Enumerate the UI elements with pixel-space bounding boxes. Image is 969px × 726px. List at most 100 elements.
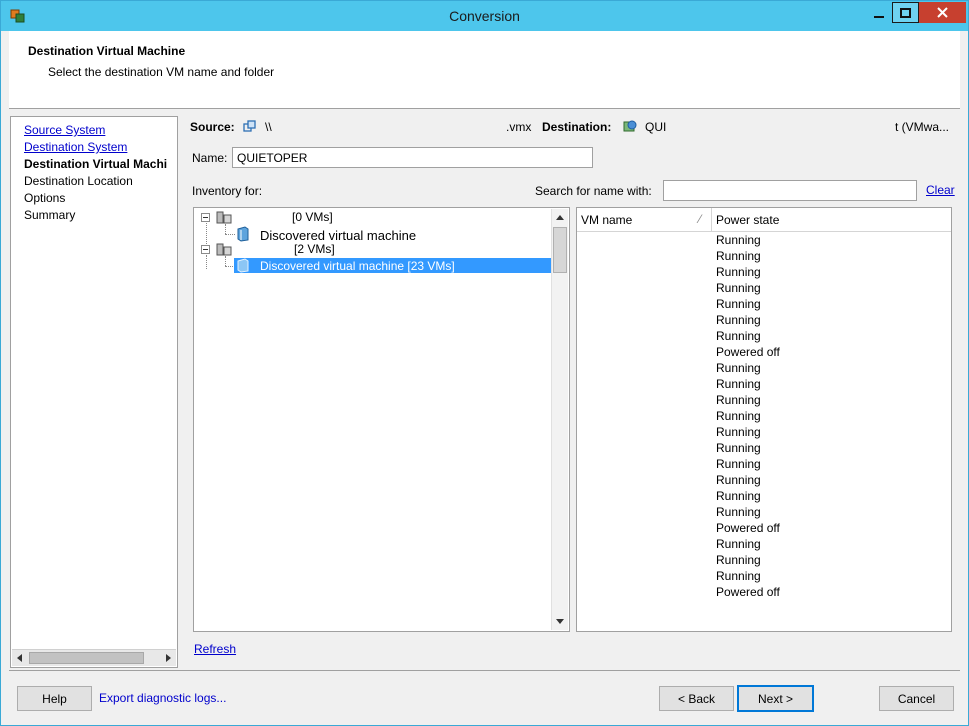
vm-list-table[interactable]: VM name ⁄ Power state Running Running Runn… <box>576 207 952 632</box>
next-button[interactable]: Next > <box>737 685 814 712</box>
footer-divider <box>9 670 960 671</box>
table-row[interactable]: Powered off <box>577 585 951 601</box>
table-row[interactable]: Running <box>577 361 951 377</box>
minimize-button[interactable] <box>865 2 892 23</box>
export-diagnostic-logs-link[interactable]: Export diagnostic logs... <box>99 691 226 705</box>
scroll-up-icon[interactable] <box>556 215 564 220</box>
table-row[interactable]: Running <box>577 537 951 553</box>
vm-name-cell <box>580 330 710 344</box>
inventory-label: Inventory for: <box>192 184 263 198</box>
table-row[interactable]: Running <box>577 249 951 265</box>
destination-host: QUI <box>645 120 667 134</box>
name-label: Name: <box>192 151 228 165</box>
table-row[interactable]: Running <box>577 489 951 505</box>
tree-node-datacenter-1[interactable]: [0 VMs] <box>292 210 333 224</box>
vm-name-cell <box>580 506 710 520</box>
conversion-window: Conversion Destination Virtual Machine S… <box>0 0 969 726</box>
scroll-left-icon[interactable] <box>17 654 22 662</box>
cancel-button[interactable]: Cancel <box>879 686 954 711</box>
wizard-step-nav: Source System Destination System Destina… <box>10 116 178 668</box>
vm-name-cell <box>580 586 710 600</box>
close-icon <box>937 7 948 18</box>
nav-item-options: Options <box>24 191 66 205</box>
nav-item-source-system[interactable]: Source System <box>24 123 178 137</box>
table-row[interactable]: Running <box>577 505 951 521</box>
search-label: Search for name with: <box>535 184 652 198</box>
window-title: Conversion <box>449 8 520 24</box>
vm-name-cell <box>580 298 710 312</box>
tree-node-datacenter-2[interactable]: [2 VMs] <box>294 242 335 256</box>
table-row[interactable]: Powered off <box>577 345 951 361</box>
datacenter-icon <box>216 243 232 256</box>
tree-node-discovered-vm-folder-2: Discovered virtual machine [23 VMs] <box>260 259 455 273</box>
power-state-cell: Running <box>716 505 761 519</box>
minimize-icon <box>873 15 884 18</box>
help-button[interactable]: Help <box>17 686 92 711</box>
power-state-cell: Running <box>716 457 761 471</box>
table-row[interactable]: Running <box>577 553 951 569</box>
nav-item-summary: Summary <box>24 208 76 222</box>
power-state-cell: Running <box>716 553 761 567</box>
table-header: VM name ⁄ Power state <box>577 208 951 232</box>
close-button[interactable] <box>919 2 966 23</box>
column-header-power-state[interactable]: Power state <box>712 208 951 232</box>
source-label: Source: <box>190 120 235 134</box>
folder-vm-icon <box>237 226 249 242</box>
vm-name-input[interactable] <box>232 147 593 168</box>
power-state-cell: Running <box>716 441 761 455</box>
destination-host-icon <box>623 120 637 132</box>
maximize-icon <box>900 7 911 18</box>
nav-horizontal-scrollbar[interactable] <box>12 649 176 666</box>
table-row[interactable]: Running <box>577 329 951 345</box>
inventory-tree[interactable]: [0 VMs] Discovered virtual machine [2 VM… <box>193 207 570 632</box>
power-state-cell: Running <box>716 329 761 343</box>
vm-name-cell <box>580 522 710 536</box>
table-row[interactable]: Running <box>577 457 951 473</box>
table-row[interactable]: Running <box>577 425 951 441</box>
table-row[interactable]: Running <box>577 377 951 393</box>
power-state-cell: Running <box>716 265 761 279</box>
power-state-cell: Running <box>716 313 761 327</box>
nav-item-destination-system[interactable]: Destination System <box>24 140 178 154</box>
tree-collapse-toggle[interactable] <box>201 213 210 222</box>
nav-item-destination-location: Destination Location <box>24 174 133 188</box>
tree-vertical-scrollbar[interactable] <box>551 209 568 630</box>
table-row[interactable]: Running <box>577 569 951 585</box>
nav-item-destination-virtual-machine: Destination Virtual Machi <box>24 157 168 171</box>
vm-name-cell <box>580 250 710 264</box>
table-row[interactable]: Running <box>577 409 951 425</box>
table-row[interactable]: Running <box>577 441 951 457</box>
scroll-thumb[interactable] <box>29 652 144 664</box>
table-row[interactable]: Running <box>577 473 951 489</box>
datacenter-icon <box>216 211 232 224</box>
tree-node-selected-row[interactable]: Discovered virtual machine [23 VMs] <box>234 258 552 273</box>
scroll-right-icon[interactable] <box>166 654 171 662</box>
power-state-cell: Running <box>716 361 761 375</box>
destination-label: Destination: <box>542 120 612 134</box>
vm-name-cell <box>580 394 710 408</box>
table-row[interactable]: Running <box>577 265 951 281</box>
table-row[interactable]: Running <box>577 233 951 249</box>
vm-name-cell <box>580 266 710 280</box>
column-header-vm-name[interactable]: VM name ⁄ <box>577 208 712 232</box>
scroll-down-icon[interactable] <box>556 619 564 624</box>
scroll-thumb[interactable] <box>553 227 567 273</box>
table-row[interactable]: Running <box>577 313 951 329</box>
search-input[interactable] <box>663 180 917 201</box>
tree-collapse-toggle[interactable] <box>201 245 210 254</box>
power-state-cell: Powered off <box>716 585 780 599</box>
vm-name-cell <box>580 538 710 552</box>
table-row[interactable]: Running <box>577 281 951 297</box>
tree-node-discovered-vm-folder-1[interactable]: Discovered virtual machine <box>260 228 416 243</box>
table-row[interactable]: Running <box>577 297 951 313</box>
refresh-link[interactable]: Refresh <box>194 642 236 656</box>
clear-search-link[interactable]: Clear <box>926 183 955 197</box>
maximize-button[interactable] <box>892 2 919 23</box>
vm-name-cell <box>580 378 710 392</box>
table-row[interactable]: Powered off <box>577 521 951 537</box>
sort-indicator-icon: ⁄ <box>698 212 701 226</box>
vm-name-cell <box>580 282 710 296</box>
back-button[interactable]: < Back <box>659 686 734 711</box>
title-bar[interactable]: Conversion <box>1 1 968 31</box>
table-row[interactable]: Running <box>577 393 951 409</box>
